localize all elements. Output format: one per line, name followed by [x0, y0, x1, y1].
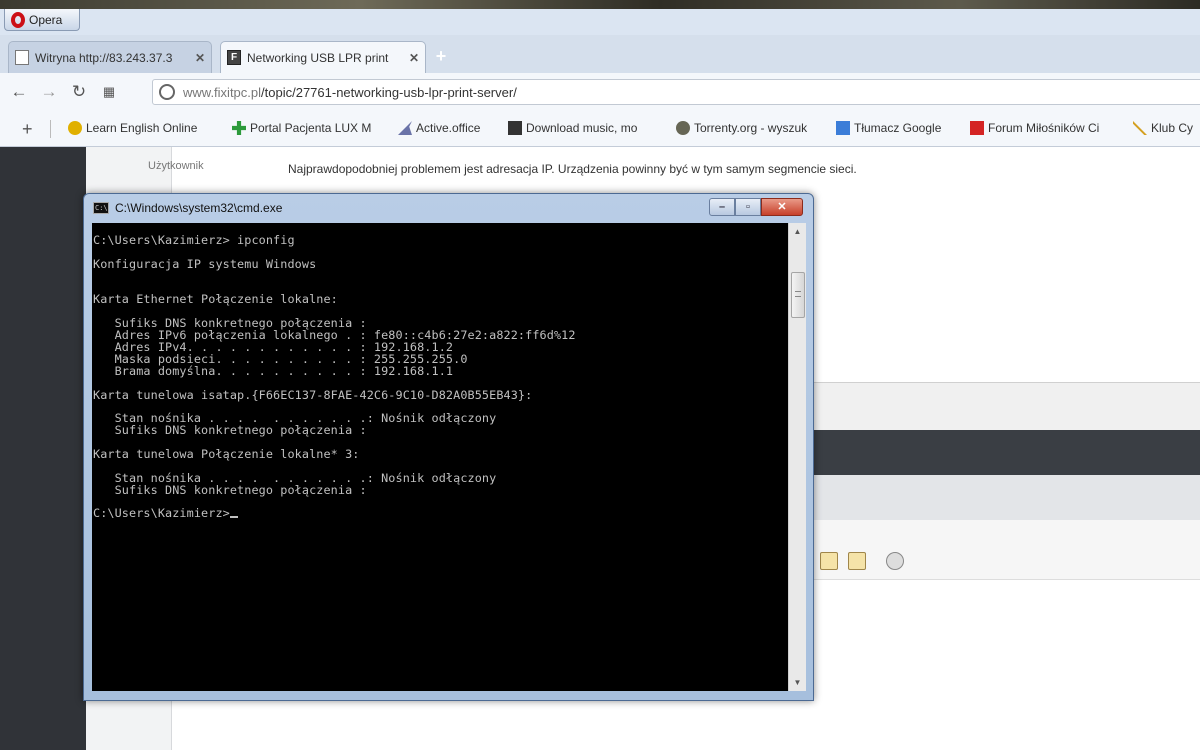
post-body-text: Najprawdopodobniej problemem jest adresa…: [288, 162, 857, 176]
opera-menu-button[interactable]: Opera: [4, 9, 80, 31]
bookmark-label: Active.office: [416, 121, 481, 135]
console-scrollbar[interactable]: ▲ ▼: [788, 223, 806, 691]
page-section: [810, 382, 1200, 430]
scroll-up-arrow-icon[interactable]: ▲: [789, 223, 806, 240]
console-line-text: Karta tunelowa Połączenie lokalne* 3:: [93, 447, 360, 462]
console-line-text: Konfiguracja IP systemu Windows: [93, 256, 317, 271]
url-path: /topic/27761-networking-usb-lpr-print-se…: [261, 84, 517, 100]
site-favicon-icon: F: [227, 50, 241, 65]
console-line: C:\Users\Kazimierz> ipconfig: [93, 233, 787, 247]
console-line-text: Karta tunelowa isatap.{F66EC137-8FAE-42C…: [93, 387, 533, 402]
url-text: www.fixitpc.pl/topic/27761-networking-us…: [183, 85, 517, 100]
cmd-title-bar[interactable]: C:\ C:\Windows\system32\cmd.exe – ▫ ✕: [84, 194, 813, 222]
forward-arrow-icon[interactable]: →: [38, 81, 60, 103]
bookmarks-bar: + Learn English Online Portal Pacjenta L…: [0, 111, 1200, 147]
paste-word-icon[interactable]: [848, 552, 866, 570]
bookmark-label: Download music, mo: [526, 121, 638, 135]
console-icon: C:\: [93, 202, 109, 214]
console-line-text: Sufiks DNS konkretnego połączenia :: [93, 423, 367, 438]
page-dark-header: [810, 430, 1200, 475]
editor-toolbar: [810, 520, 1200, 580]
bookmark-label: Klub Cy: [1151, 121, 1194, 135]
console-line: Sufiks DNS konkretnego połączenia :: [93, 482, 787, 497]
bookmark-portal-pacjenta[interactable]: Portal Pacjenta LUX M: [232, 121, 371, 135]
bookmark-label: Portal Pacjenta LUX M: [250, 121, 372, 135]
bookmark-favicon-icon: [68, 121, 82, 135]
paste-icon[interactable]: [820, 552, 838, 570]
tab-title: Networking USB LPR print: [247, 50, 389, 65]
opera-title-bar: Opera: [0, 9, 1200, 35]
console-line: Karta Ethernet Połączenie lokalne:: [93, 294, 787, 306]
bookmark-klub-cy[interactable]: Klub Cy: [1133, 121, 1193, 135]
tab-witryna[interactable]: Witryna http://83.243.37.3 ✕: [8, 41, 212, 73]
close-button[interactable]: ✕: [761, 198, 803, 216]
console-line: Konfiguracja IP systemu Windows: [93, 256, 787, 271]
grip-icon: [795, 291, 801, 297]
address-bar[interactable]: www.fixitpc.pl/topic/27761-networking-us…: [152, 79, 1200, 105]
bookmark-torrenty[interactable]: Torrenty.org - wyszuk: [676, 121, 807, 135]
console-line: Karta tunelowa isatap.{F66EC137-8FAE-42C…: [93, 387, 787, 402]
opera-logo-icon: [11, 11, 25, 28]
bookmark-label: Learn English Online: [86, 121, 198, 135]
speed-dial-grid-icon[interactable]: ▦: [98, 81, 120, 103]
desktop-wallpaper: [0, 0, 1200, 9]
window-controls: – ▫ ✕: [709, 198, 803, 216]
torrent-site-icon: [676, 121, 690, 135]
scrollbar-thumb[interactable]: [791, 272, 805, 318]
minimize-button[interactable]: –: [709, 198, 735, 216]
bookmarks-divider: [50, 120, 51, 138]
text-cursor: [229, 516, 238, 519]
page-icon: [15, 50, 29, 65]
tab-networking[interactable]: F Networking USB LPR print ✕: [220, 41, 426, 73]
navigation-bar: ← → ↻ ▦ www.fixitpc.pl/topic/27761-netwo…: [0, 73, 1200, 111]
bookmark-label: Torrenty.org - wyszuk: [694, 121, 808, 135]
console-line: Sufiks DNS konkretnego połączenia :: [93, 423, 787, 438]
translate-icon: [836, 121, 850, 135]
console-line: C:\Users\Kazimierz>: [93, 508, 787, 520]
tab-title: Witryna http://83.243.37.3: [35, 50, 173, 65]
maximize-button[interactable]: ▫: [735, 198, 761, 216]
spellcheck-icon[interactable]: [886, 552, 904, 570]
add-bookmark-button[interactable]: +: [22, 119, 33, 140]
console-lines: C:\Users\Kazimierz> ipconfig Konfiguracja…: [93, 233, 787, 520]
cmd-window: C:\ C:\Windows\system32\cmd.exe – ▫ ✕ C:…: [83, 193, 814, 701]
bicycle-club-icon: [1133, 121, 1147, 135]
console-output[interactable]: C:\Users\Kazimierz> ipconfig Konfiguracja…: [92, 223, 788, 691]
pen-icon: [398, 121, 412, 135]
bookmark-label: Forum Miłośników Ci: [988, 121, 1100, 135]
reload-icon[interactable]: ↻: [68, 81, 90, 103]
url-host: www.fixitpc.pl: [183, 84, 262, 100]
console-line-text: Karta Ethernet Połączenie lokalne:: [93, 292, 338, 307]
bookmark-forum-milosnikow[interactable]: Forum Miłośników Ci: [970, 121, 1099, 135]
opera-menu-label: Opera: [29, 12, 63, 27]
bookmark-tlumacz-google[interactable]: Tłumacz Google: [836, 121, 941, 135]
console-line-text: Sufiks DNS konkretnego połączenia :: [93, 482, 367, 497]
page-section: [810, 475, 1200, 520]
printer-icon: [508, 121, 522, 135]
bookmark-label: Tłumacz Google: [854, 121, 942, 135]
console-line: Karta tunelowa Połączenie lokalne* 3:: [93, 447, 787, 462]
console-line-text: Brama domyślna. . . . . . . . . . : 192.…: [93, 363, 454, 378]
bookmark-download-music[interactable]: Download music, mo: [508, 121, 637, 135]
tab-strip: Witryna http://83.243.37.3 ✕ F Networkin…: [0, 35, 1200, 73]
bookmark-learn-english[interactable]: Learn English Online: [68, 121, 197, 135]
scroll-down-arrow-icon[interactable]: ▼: [789, 674, 806, 691]
site-info-icon[interactable]: [159, 84, 175, 100]
post-author-label: Użytkownik: [148, 160, 204, 172]
close-tab-icon[interactable]: ✕: [195, 51, 205, 65]
console-line-text: C:\Users\Kazimierz> ipconfig: [93, 233, 295, 247]
medical-cross-icon: [232, 121, 246, 135]
bookmark-active-office[interactable]: Active.office: [398, 121, 480, 135]
page-left-margin: [0, 147, 86, 750]
new-tab-button[interactable]: +: [432, 47, 450, 65]
console-line: Brama domyślna. . . . . . . . . . : 192.…: [93, 363, 787, 378]
cmd-window-title: C:\Windows\system32\cmd.exe: [115, 201, 283, 215]
close-tab-icon[interactable]: ✕: [409, 51, 419, 65]
back-arrow-icon[interactable]: ←: [8, 81, 30, 103]
console-line-text: C:\Users\Kazimierz>: [93, 506, 230, 521]
forum-favicon-icon: [970, 121, 984, 135]
